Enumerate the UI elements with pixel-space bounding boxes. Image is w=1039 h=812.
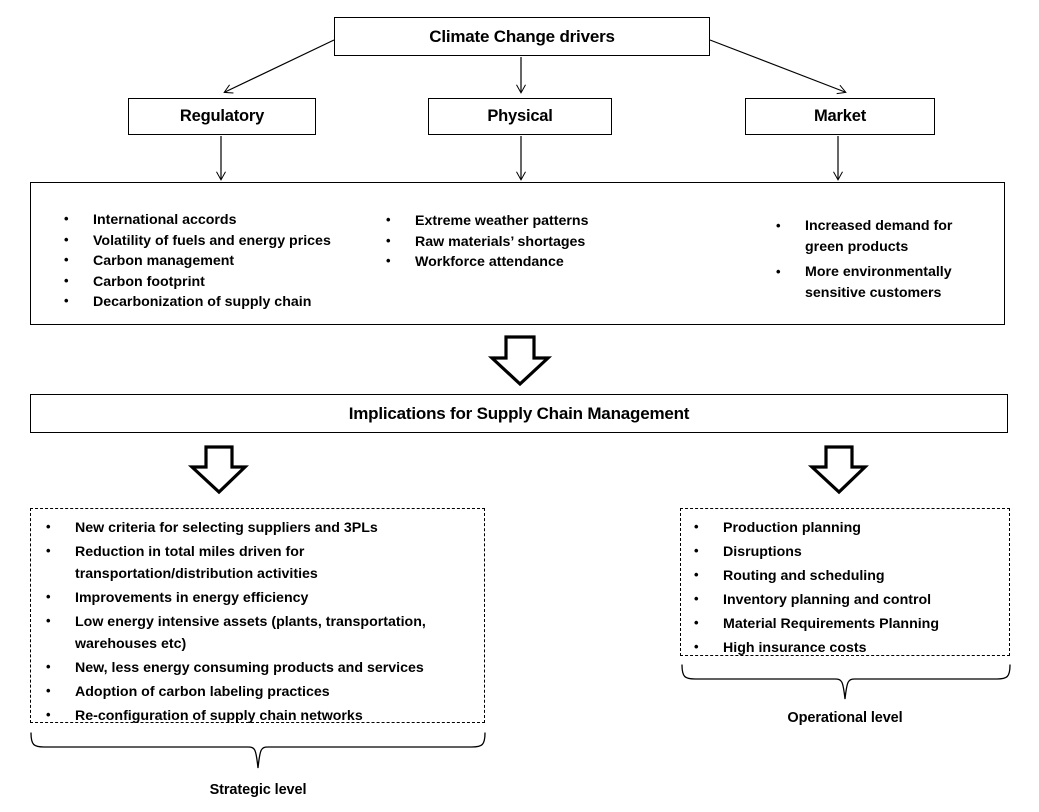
drivers-list-market: Increased demand for green products More…	[772, 215, 987, 306]
list-item: Material Requirements Planning	[690, 612, 1005, 635]
category-label-regulatory: Regulatory	[179, 107, 265, 125]
list-item: Volatility of fuels and energy prices	[60, 231, 390, 251]
list-item: New criteria for selecting suppliers and…	[42, 516, 478, 539]
list-item: High insurance costs	[690, 636, 1005, 659]
connector-title-to-market	[709, 39, 847, 95]
category-label-market: Market	[814, 107, 866, 125]
operational-level-list: Production planning Disruptions Routing …	[690, 516, 1005, 661]
list-item: Reduction in total miles driven for tran…	[42, 540, 478, 585]
strategic-level-brace-label: Strategic level	[209, 782, 307, 798]
block-arrow-implications-to-operational	[807, 445, 869, 495]
category-label-physical: Physical	[487, 107, 553, 125]
category-box-physical: Physical	[428, 98, 612, 135]
list-item: Raw materials’ shortages	[382, 232, 682, 252]
drivers-list-physical: Extreme weather patterns Raw materials’ …	[382, 211, 682, 274]
strategic-level-list: New criteria for selecting suppliers and…	[42, 516, 478, 729]
block-arrow-implications-to-strategic	[187, 445, 249, 495]
category-box-regulatory: Regulatory	[128, 98, 316, 135]
implications-label: Implications for Supply Chain Management	[348, 403, 690, 423]
list-item: Increased demand for green products	[772, 215, 987, 258]
list-item: Routing and scheduling	[690, 564, 1005, 587]
climate-change-drivers-label: Climate Change drivers	[429, 26, 615, 46]
drivers-list-regulatory: International accords Volatility of fuel…	[60, 210, 390, 314]
brace-operational-level	[681, 664, 1011, 700]
implications-bar: Implications for Supply Chain Management	[30, 394, 1008, 433]
list-item: Disruptions	[690, 540, 1005, 563]
list-item: International accords	[60, 210, 390, 230]
list-item: Inventory planning and control	[690, 588, 1005, 611]
connector-title-to-regulatory	[223, 39, 335, 94]
list-item: Carbon footprint	[60, 272, 390, 292]
list-item: Low energy intensive assets (plants, tra…	[42, 610, 478, 655]
list-item: Adoption of carbon labeling practices	[42, 680, 478, 703]
list-item: More environmentally sensitive customers	[772, 261, 987, 304]
list-item: Workforce attendance	[382, 252, 682, 272]
list-item: Carbon management	[60, 251, 390, 271]
list-item: Re-configuration of supply chain network…	[42, 704, 478, 727]
brace-strategic-level	[30, 732, 486, 769]
climate-change-drivers-box: Climate Change drivers	[334, 17, 710, 56]
list-item: Improvements in energy efficiency	[42, 586, 478, 609]
list-item: Decarbonization of supply chain	[60, 292, 390, 312]
diagram-canvas: Climate Change drivers Regulatory Physic…	[0, 0, 1039, 812]
operational-level-brace-label: Operational level	[787, 710, 903, 726]
block-arrow-drivers-to-implications	[487, 335, 553, 387]
list-item: New, less energy consuming products and …	[42, 656, 478, 679]
list-item: Production planning	[690, 516, 1005, 539]
category-box-market: Market	[745, 98, 935, 135]
list-item: Extreme weather patterns	[382, 211, 682, 231]
